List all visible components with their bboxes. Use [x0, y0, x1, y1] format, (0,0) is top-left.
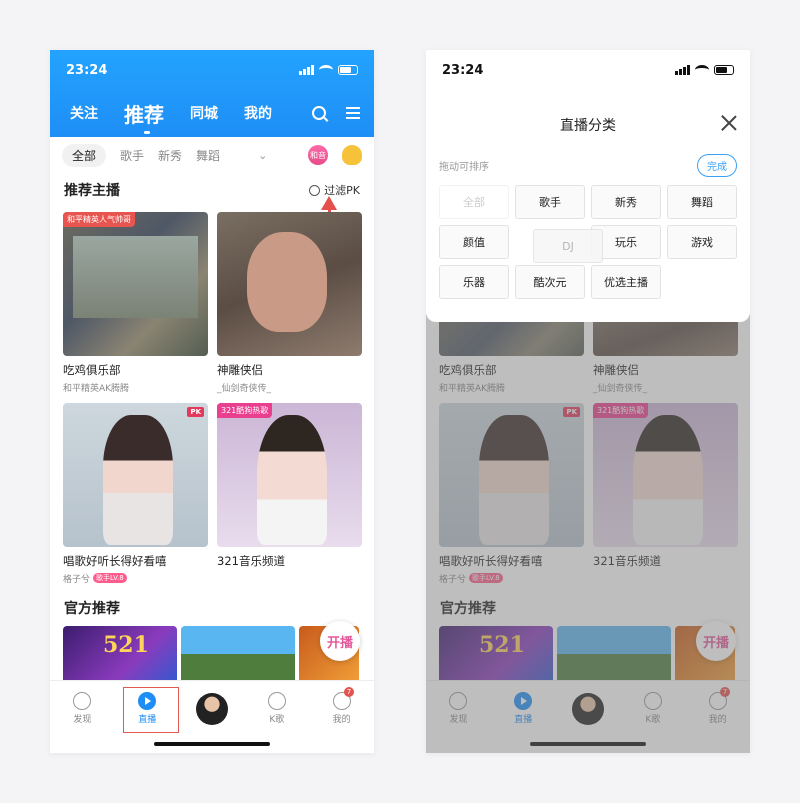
section-title: 官方推荐	[64, 601, 120, 617]
card-title: 唱歌好听长得好看嘻	[63, 554, 167, 568]
menu-icon[interactable]	[346, 107, 360, 119]
mic-icon	[267, 692, 286, 710]
chip-newcomer[interactable]: 新秀	[591, 185, 661, 219]
bottom-tabbar: 发现 直播 K歌 我的 7	[50, 680, 374, 736]
official-banner[interactable]: 521	[63, 626, 177, 688]
tab-karaoke[interactable]: K歌	[244, 681, 309, 736]
battery-icon	[714, 65, 734, 75]
phone-category-overlay: 吃鸡俱乐部 和平精英AK腾腾 神雕侠侣 _仙剑奇侠传_ PK 唱歌好听长得好看嘻 格子兮…	[426, 50, 750, 753]
tab-avatar[interactable]	[180, 681, 245, 736]
section-title: 推荐主播	[64, 183, 120, 199]
chip-dance[interactable]: 舞蹈	[667, 185, 737, 219]
category-newcomer[interactable]: 新秀	[158, 147, 182, 164]
sort-hint: 拖动可排序	[439, 162, 489, 173]
card-subtitle: 和平精英AK腾腾	[63, 383, 130, 394]
phone-live-home: 23:24 关注 推荐 同城 我的 全部 歌手 新秀 舞蹈 ⌄ 和音 推荐主播 …	[50, 50, 374, 753]
anchor-card[interactable]: 神雕侠侣 _仙剑奇侠传_	[217, 212, 362, 394]
search-icon[interactable]	[312, 106, 326, 120]
radio-icon[interactable]	[309, 184, 321, 196]
top-nav: 关注 推荐 同城 我的	[50, 90, 374, 136]
pk-filter-toggle[interactable]: 过滤PK	[309, 182, 360, 198]
tab-recommend[interactable]: 推荐	[124, 99, 164, 128]
anchor-card[interactable]: 321酷狗热歌 321音乐频道	[217, 403, 362, 584]
badge-icon[interactable]: 和音	[308, 145, 328, 165]
sort-row: 拖动可排序 完成	[426, 154, 750, 177]
card-subtitle: _仙剑奇侠传_	[217, 383, 272, 394]
section-official: 官方推荐	[50, 598, 374, 618]
status-bar: 23:24	[426, 50, 750, 90]
category-panel: 23:24 直播分类 拖动可排序 完成 全部 歌手 新秀 舞蹈 颜值 DJ 玩乐…	[426, 50, 750, 322]
chip-singer[interactable]: 歌手	[515, 185, 585, 219]
card-subtitle	[217, 572, 362, 584]
official-banner[interactable]	[181, 626, 295, 688]
card-title: 吃鸡俱乐部	[63, 363, 121, 377]
card-title: 321音乐频道	[217, 554, 285, 568]
done-button[interactable]: 完成	[697, 154, 737, 177]
tab-profile[interactable]: 我的 7	[309, 681, 374, 736]
signal-icon	[675, 65, 690, 75]
panel-header: 直播分类	[426, 110, 750, 140]
category-row: 全部 歌手 新秀 舞蹈 ⌄ 和音	[50, 137, 374, 173]
chip-instrument[interactable]: 乐器	[439, 265, 509, 299]
status-bar: 23:24	[50, 50, 374, 90]
card-tag: 和平精英人气帅哥	[63, 212, 135, 227]
panel-title: 直播分类	[560, 118, 616, 134]
tab-discover[interactable]: 发现	[50, 681, 115, 736]
anchor-card[interactable]: PK 唱歌好听长得好看嘻 格子兮 歌手LV.8	[63, 403, 208, 585]
status-time: 23:24	[66, 62, 108, 78]
tab-local[interactable]: 同城	[190, 103, 218, 123]
go-live-button[interactable]: 开播	[320, 621, 360, 661]
level-badge: 歌手LV.8	[93, 573, 127, 583]
pk-badge: PK	[187, 407, 204, 417]
anchor-card[interactable]: 和平精英人气帅哥 吃鸡俱乐部 和平精英AK腾腾	[63, 212, 208, 394]
chip-acg[interactable]: 酷次元	[515, 265, 585, 299]
chip-game[interactable]: 游戏	[667, 225, 737, 259]
notification-badge: 7	[343, 687, 354, 697]
chip-all[interactable]: 全部	[439, 185, 509, 219]
disc-icon	[73, 692, 92, 710]
category-dance[interactable]: 舞蹈	[196, 147, 220, 164]
section-recommended: 推荐主播 过滤PK	[50, 180, 374, 200]
status-time: 23:24	[442, 62, 484, 78]
top-header: 23:24 关注 推荐 同城 我的	[50, 50, 374, 137]
category-all[interactable]: 全部	[62, 143, 107, 167]
wifi-icon	[319, 65, 333, 75]
close-icon[interactable]	[720, 114, 738, 132]
chip-featured[interactable]: 优选主播	[591, 265, 661, 299]
annotation-highlight-box	[123, 687, 179, 733]
wifi-icon	[695, 65, 709, 75]
home-indicator	[154, 742, 270, 746]
trophy-icon[interactable]	[342, 145, 362, 165]
tab-follow[interactable]: 关注	[70, 103, 98, 123]
avatar	[195, 692, 228, 725]
battery-icon	[338, 65, 358, 75]
card-tag: 321酷狗热歌	[217, 403, 273, 418]
category-singer[interactable]: 歌手	[120, 147, 144, 164]
chevron-down-icon[interactable]: ⌄	[258, 149, 267, 162]
card-title: 神雕侠侣	[217, 363, 263, 377]
chip-looks[interactable]: 颜值	[439, 225, 509, 259]
signal-icon	[299, 65, 314, 75]
category-chips: 全部 歌手 新秀 舞蹈 颜值 DJ 玩乐 游戏 乐器 酷次元 优选主播	[426, 185, 750, 299]
anchor-grid: 和平精英人气帅哥 吃鸡俱乐部 和平精英AK腾腾 神雕侠侣 _仙剑奇侠传_ PK …	[50, 212, 374, 585]
tab-mine[interactable]: 我的	[244, 103, 272, 123]
card-subtitle: 格子兮 歌手LV.8	[63, 572, 208, 585]
chip-dj-dragging[interactable]: DJ	[533, 229, 603, 263]
